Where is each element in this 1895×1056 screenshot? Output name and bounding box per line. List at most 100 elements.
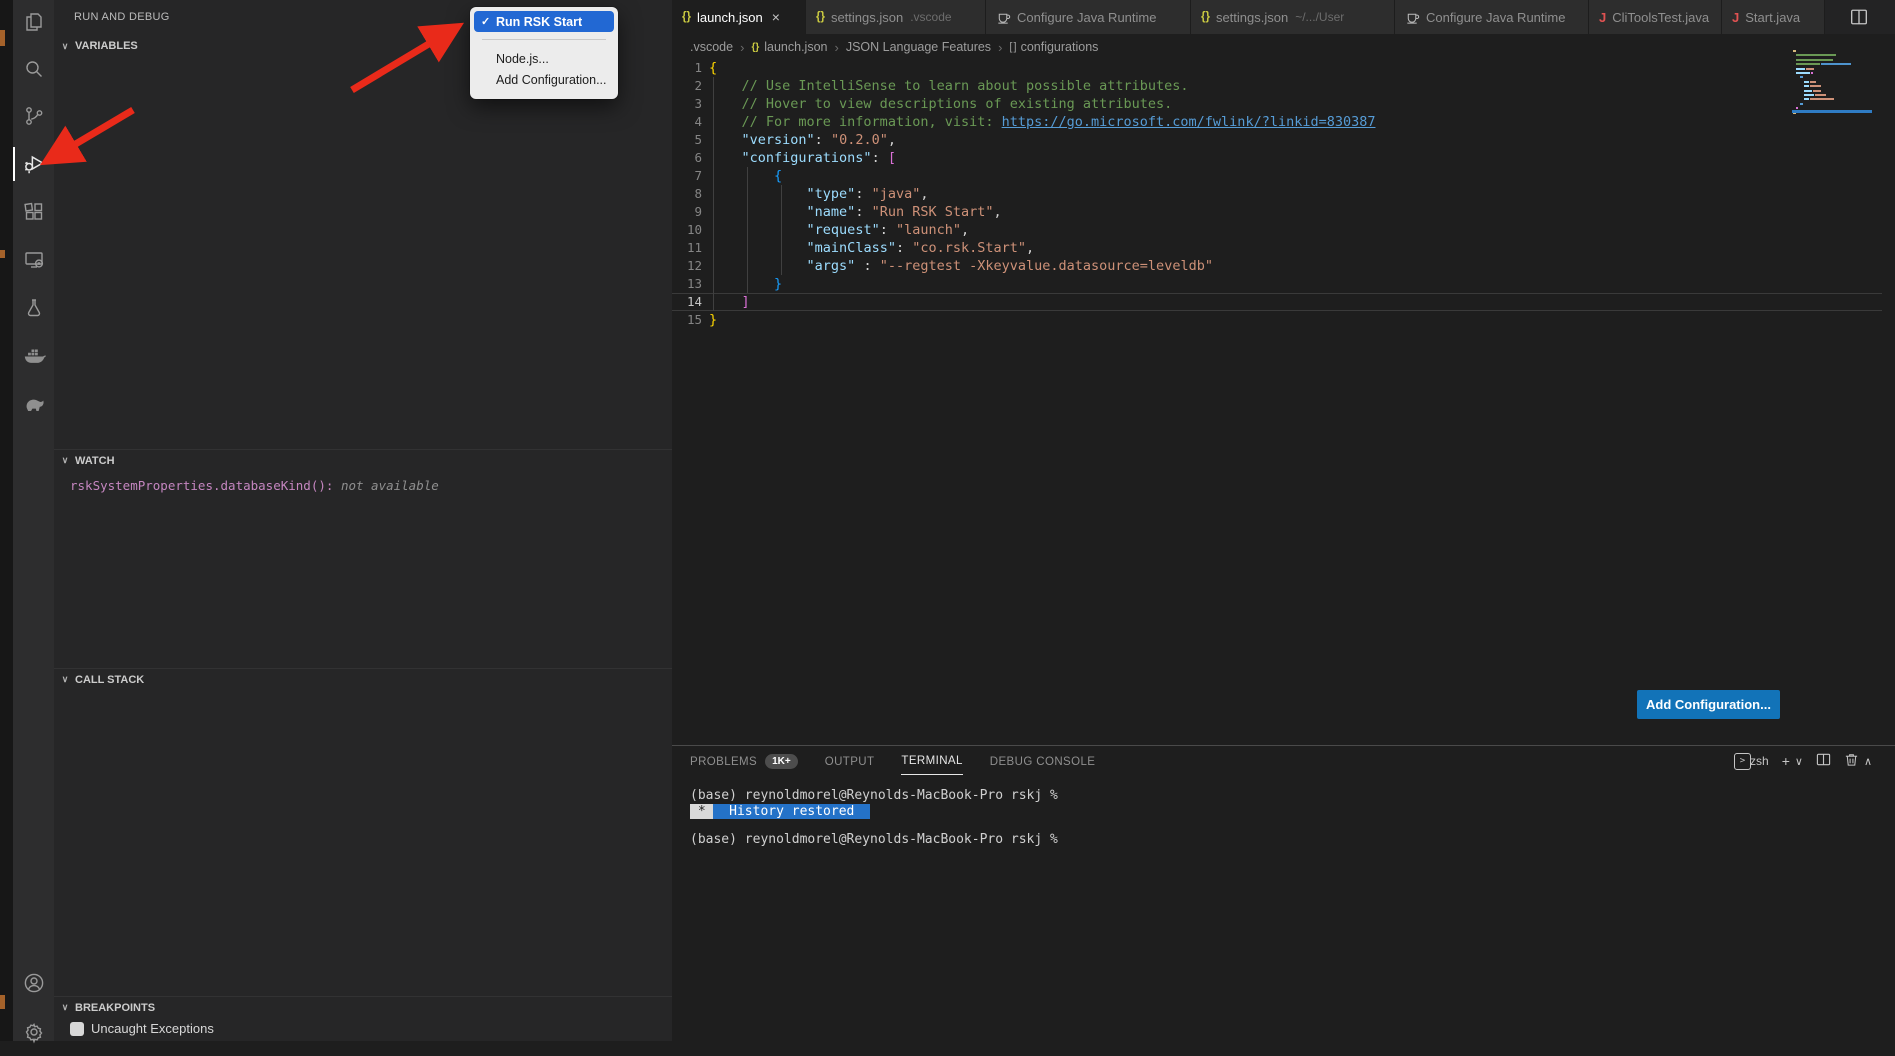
line-number: 9 (672, 203, 702, 221)
activity-item-accounts[interactable] (13, 963, 54, 1007)
panel-tab-problems[interactable]: PROBLEMS1K+ (690, 754, 798, 775)
split-terminal-icon[interactable] (1816, 752, 1831, 770)
activity-item-run-and-debug[interactable] (13, 143, 54, 187)
terminal-output[interactable]: (base) reynoldmorel@Reynolds-MacBook-Pro… (690, 788, 1058, 848)
new-terminal-icon[interactable]: + (1782, 753, 1790, 769)
checkbox-unchecked[interactable] (70, 1022, 84, 1036)
code-text: ] (702, 293, 750, 311)
section-header-breakpoints[interactable]: ∨ BREAKPOINTS (54, 996, 672, 1018)
settings-icon (22, 1020, 46, 1049)
breakpoint-label: Uncaught Exceptions (91, 1021, 214, 1036)
activity-item-docker[interactable] (13, 336, 54, 380)
breadcrumb: .vscode›{}launch.json›JSON Language Feat… (690, 36, 1098, 58)
token: } (709, 312, 717, 328)
split-editor-icon[interactable] (1850, 8, 1868, 31)
java-icon: J (1599, 10, 1606, 25)
breadcrumb-item[interactable]: JSON Language Features (846, 40, 991, 54)
activity-item-source-control[interactable] (13, 96, 54, 140)
explorer-icon (22, 10, 46, 39)
code-text: { (702, 167, 782, 185)
tab-settings-json[interactable]: {}settings.json~/.../User (1191, 0, 1395, 34)
code-line-1: 1{ (672, 59, 1882, 77)
breakpoint-item[interactable]: Uncaught Exceptions (70, 1021, 214, 1036)
close-icon[interactable]: × (772, 9, 780, 25)
token: : (896, 240, 912, 256)
terminal-controls: > zsh + ∨ ∧ (1734, 752, 1872, 770)
terminal-text: * (690, 804, 713, 819)
minimap-token (1813, 90, 1821, 92)
code-line-13: 13 } (672, 275, 1882, 293)
minimap-token (1796, 59, 1833, 61)
minimap-token (1800, 76, 1803, 78)
minimap-line (1793, 50, 1796, 52)
json-icon: {} (682, 11, 691, 23)
tab-launch-json[interactable]: {}launch.json× (672, 0, 806, 34)
line-number: 15 (672, 311, 702, 329)
breadcrumb-item[interactable]: [ ]configurations (1009, 40, 1098, 54)
code-text: { (702, 59, 717, 77)
dropdown-item-add-configuration-[interactable]: Add Configuration... (474, 69, 614, 90)
code-text: } (702, 275, 782, 293)
activity-item-explorer[interactable] (13, 2, 54, 46)
tab-settings-json[interactable]: {}settings.json.vscode (806, 0, 986, 34)
minimap-token (1800, 103, 1803, 105)
code-line-11: 11 "mainClass": "co.rsk.Start", (672, 239, 1882, 257)
maximize-panel-chevron-icon[interactable]: ∧ (1864, 755, 1872, 768)
section-header-call-stack[interactable]: ∨ CALL STACK (54, 668, 672, 690)
token (709, 258, 807, 274)
trash-icon[interactable] (1844, 752, 1859, 770)
activity-item-search[interactable] (13, 49, 54, 93)
add-configuration-button[interactable]: Add Configuration... (1637, 690, 1780, 719)
sidebar-title: RUN AND DEBUG (74, 11, 170, 23)
token (709, 222, 807, 238)
panel-tab-debug-console[interactable]: DEBUG CONSOLE (990, 754, 1096, 775)
code-line-10: 10 "request": "launch", (672, 221, 1882, 239)
token: : (880, 222, 896, 238)
tab-label: Start.java (1745, 10, 1800, 25)
dropdown-item-run-rsk-start[interactable]: ✓Run RSK Start (474, 11, 614, 32)
minimap-token (1810, 85, 1821, 87)
token: , (994, 204, 1002, 220)
minimap-line (1804, 85, 1821, 87)
breadcrumb-item[interactable]: {}launch.json (751, 40, 827, 54)
breadcrumb-label: launch.json (764, 40, 827, 54)
terminal-dropdown-chevron-icon[interactable]: ∨ (1795, 755, 1803, 768)
section-label: BREAKPOINTS (75, 1002, 155, 1014)
token (709, 240, 807, 256)
breadcrumb-item[interactable]: .vscode (690, 40, 733, 54)
chevron-down-icon: ∨ (60, 674, 70, 685)
tab-clitoolstest-java[interactable]: JCliToolsTest.java (1589, 0, 1722, 34)
token: // Use IntelliSense to learn about possi… (742, 78, 1189, 94)
activity-item-testing[interactable] (13, 288, 54, 332)
tab-configure-java-runtime[interactable]: Configure Java Runtime (1395, 0, 1589, 34)
dropdown-item-node-js-[interactable]: Node.js... (474, 48, 614, 69)
code-text: "type": "java", (702, 185, 929, 203)
activity-item-gradle[interactable] (13, 384, 54, 428)
activity-item-settings[interactable] (13, 1012, 54, 1056)
tab-configure-java-runtime[interactable]: Configure Java Runtime (986, 0, 1191, 34)
minimap-token (1804, 85, 1809, 87)
activity-item-extensions[interactable] (13, 192, 54, 236)
panel-tab-output[interactable]: OUTPUT (825, 754, 875, 775)
panel-tab-terminal[interactable]: TERMINAL (901, 754, 962, 775)
token[interactable]: https://go.microsoft.com/fwlink/?linkid=… (1002, 114, 1376, 130)
minimap-token (1796, 72, 1810, 74)
code-text: } (702, 311, 717, 329)
array-icon: [ ] (1009, 41, 1015, 53)
token: "java" (872, 186, 921, 202)
section-header-watch[interactable]: ∨ WATCH (54, 449, 672, 471)
tab-start-java[interactable]: JStart.java (1722, 0, 1825, 34)
minimap-token (1796, 54, 1836, 56)
watch-expression-row[interactable]: rskSystemProperties.databaseKind(): not … (70, 478, 439, 493)
minimap-token (1810, 98, 1834, 100)
shell-selector[interactable]: > zsh (1734, 753, 1769, 770)
activity-item-remote-explorer[interactable] (13, 240, 54, 284)
tab-detail: ~/.../User (1295, 10, 1344, 24)
token: // For more information, visit: (742, 114, 1002, 130)
minimap[interactable] (1792, 50, 1872, 122)
panel-tab-bar: PROBLEMS1K+ OUTPUT TERMINAL DEBUG CONSOLE (690, 754, 1095, 775)
code-text: "version": "0.2.0", (702, 131, 896, 149)
source-control-icon (22, 104, 46, 133)
token: , (920, 186, 928, 202)
token: "version" (742, 132, 815, 148)
